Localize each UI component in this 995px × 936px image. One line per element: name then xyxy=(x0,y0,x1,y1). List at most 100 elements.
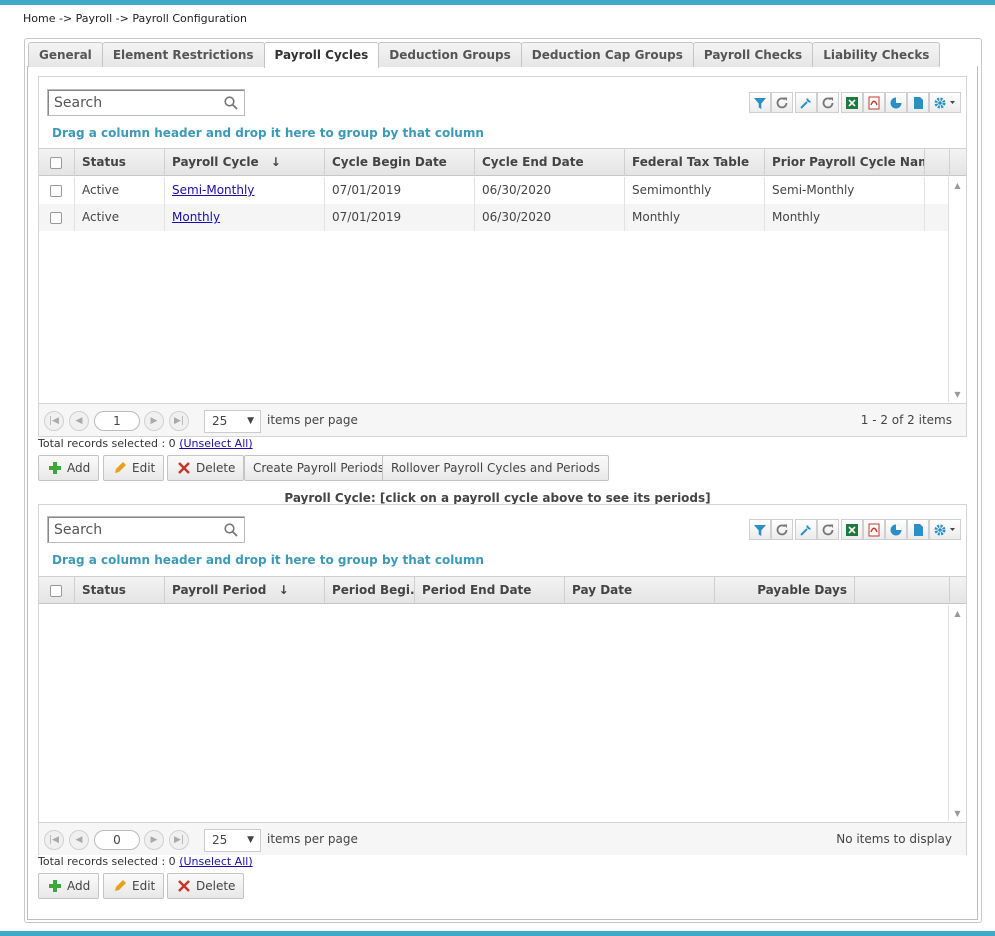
column-payroll-period[interactable]: Payroll Period ↓ xyxy=(165,577,325,604)
wrench-icon[interactable] xyxy=(795,92,817,113)
column-status[interactable]: Status xyxy=(75,149,165,176)
delete-label: Delete xyxy=(196,879,236,893)
row-checkbox[interactable] xyxy=(39,177,75,204)
breadcrumb: Home -> Payroll -> Payroll Configuration xyxy=(23,12,247,25)
page-info: No items to display xyxy=(836,832,952,846)
column-prior-payroll-cycle-name[interactable]: Prior Payroll Cycle Name xyxy=(765,149,925,176)
delete-label: Delete xyxy=(196,461,236,475)
vertical-scrollbar[interactable]: ▲ ▼ xyxy=(948,605,966,821)
column-pay-date[interactable]: Pay Date xyxy=(565,577,715,604)
chevron-down-icon: ▼ xyxy=(247,416,254,426)
add-period-button[interactable]: Add xyxy=(38,873,100,899)
scroll-up-icon[interactable]: ▲ xyxy=(949,609,966,618)
edit-period-button[interactable]: Edit xyxy=(103,873,165,899)
payroll-cycle-link[interactable]: Semi-Monthly xyxy=(172,183,254,197)
periods-search-input[interactable]: Search xyxy=(47,516,245,543)
rollover-button[interactable]: Rollover Payroll Cycles and Periods xyxy=(382,455,609,481)
add-label: Add xyxy=(67,879,91,893)
prev-page-icon[interactable]: ◀ xyxy=(69,830,89,850)
column-period-end-date[interactable]: Period End Date xyxy=(415,577,565,604)
next-page-icon[interactable]: ▶ xyxy=(144,411,164,431)
tab-strip: General Element Restrictions Payroll Cyc… xyxy=(28,42,941,68)
pencil-icon xyxy=(115,461,126,473)
plus-icon xyxy=(49,461,61,474)
tab-liability-checks[interactable]: Liability Checks xyxy=(812,42,941,67)
sort-down-icon: ↓ xyxy=(278,583,289,597)
cycles-table-header: Status Payroll Cycle ↓ Cycle Begin Date … xyxy=(39,148,966,176)
pdf-icon[interactable] xyxy=(863,519,885,540)
page-number-input[interactable]: 1 xyxy=(94,411,140,431)
last-page-icon[interactable]: ▶| xyxy=(169,830,189,850)
tab-deduction-cap-groups[interactable]: Deduction Cap Groups xyxy=(520,42,694,67)
table-row[interactable]: Active Monthly 07/01/2019 06/30/2020 Mon… xyxy=(39,204,948,231)
reload-icon[interactable] xyxy=(817,92,839,113)
excel-icon[interactable] xyxy=(841,519,863,540)
page-number-input[interactable]: 0 xyxy=(94,830,140,850)
column-payroll-cycle[interactable]: Payroll Cycle ↓ xyxy=(165,149,325,176)
cell-end-date: 06/30/2020 xyxy=(475,177,625,204)
first-page-icon[interactable]: |◀ xyxy=(44,411,64,431)
payroll-cycle-link[interactable]: Monthly xyxy=(172,210,220,224)
prev-page-icon[interactable]: ◀ xyxy=(69,411,89,431)
chart-icon[interactable] xyxy=(885,92,907,113)
unselect-all-link[interactable]: (Unselect All) xyxy=(179,855,252,868)
column-status[interactable]: Status xyxy=(75,577,165,604)
search-icon xyxy=(224,523,238,537)
page-size-value: 25 xyxy=(212,833,228,847)
column-period-begin-date[interactable]: Period Begi... xyxy=(325,577,415,604)
cycles-search-input[interactable]: Search xyxy=(47,89,245,116)
refresh-icon[interactable] xyxy=(771,519,793,540)
column-federal-tax-table[interactable]: Federal Tax Table xyxy=(625,149,765,176)
scroll-down-icon[interactable]: ▼ xyxy=(949,809,966,818)
add-button[interactable]: Add xyxy=(38,455,100,481)
last-page-icon[interactable]: ▶| xyxy=(169,411,189,431)
first-page-icon[interactable]: |◀ xyxy=(44,830,64,850)
search-icon xyxy=(224,96,238,110)
tab-payroll-cycles[interactable]: Payroll Cycles xyxy=(263,42,380,68)
column-label: Payroll Period xyxy=(172,583,267,597)
settings-icon[interactable] xyxy=(929,92,961,113)
items-per-page-label: items per page xyxy=(267,413,358,427)
column-cycle-end-date[interactable]: Cycle End Date xyxy=(475,149,625,176)
row-checkbox[interactable] xyxy=(39,204,75,231)
page-size-select[interactable]: 25 ▼ xyxy=(204,410,261,433)
delete-button[interactable]: Delete xyxy=(167,455,245,481)
scroll-down-icon[interactable]: ▼ xyxy=(949,390,966,399)
selected-count: Total records selected : 0 xyxy=(38,437,176,450)
periods-table-header: Status Payroll Period ↓ Period Begi... P… xyxy=(39,576,966,604)
scroll-up-icon[interactable]: ▲ xyxy=(949,181,966,190)
document-icon[interactable] xyxy=(907,92,929,113)
excel-icon[interactable] xyxy=(841,92,863,113)
document-icon[interactable] xyxy=(907,519,929,540)
tab-payroll-checks[interactable]: Payroll Checks xyxy=(692,42,814,67)
page-size-select[interactable]: 25 ▼ xyxy=(204,829,261,852)
tab-general[interactable]: General xyxy=(28,42,103,67)
settings-icon[interactable] xyxy=(929,519,961,540)
refresh-icon[interactable] xyxy=(771,92,793,113)
items-per-page-label: items per page xyxy=(267,832,358,846)
cell-begin-date: 07/01/2019 xyxy=(325,177,475,204)
chart-icon[interactable] xyxy=(885,519,907,540)
cell-payroll-cycle: Monthly xyxy=(165,204,325,231)
select-all-checkbox[interactable] xyxy=(39,577,75,604)
column-payable-days[interactable]: Payable Days xyxy=(715,577,855,604)
periods-pager: |◀ ◀ 0 ▶ ▶| 25 ▼ items per page No items … xyxy=(39,822,966,855)
wrench-icon[interactable] xyxy=(795,519,817,540)
page-size-value: 25 xyxy=(212,414,228,428)
edit-button[interactable]: Edit xyxy=(103,455,165,481)
delete-period-button[interactable]: Delete xyxy=(167,873,245,899)
vertical-scrollbar[interactable]: ▲ ▼ xyxy=(948,177,966,402)
pdf-icon[interactable] xyxy=(863,92,885,113)
unselect-all-link[interactable]: (Unselect All) xyxy=(179,437,252,450)
reload-icon[interactable] xyxy=(817,519,839,540)
periods-toolbar xyxy=(749,519,961,541)
tab-element-restrictions[interactable]: Element Restrictions xyxy=(101,42,265,67)
next-page-icon[interactable]: ▶ xyxy=(144,830,164,850)
table-row[interactable]: Active Semi-Monthly 07/01/2019 06/30/202… xyxy=(39,177,948,204)
filter-icon[interactable] xyxy=(749,519,771,540)
tab-deduction-groups[interactable]: Deduction Groups xyxy=(378,42,522,67)
filter-icon[interactable] xyxy=(749,92,771,113)
column-cycle-begin-date[interactable]: Cycle Begin Date xyxy=(325,149,475,176)
create-payroll-periods-button[interactable]: Create Payroll Periods xyxy=(244,455,394,481)
select-all-checkbox[interactable] xyxy=(39,149,75,176)
